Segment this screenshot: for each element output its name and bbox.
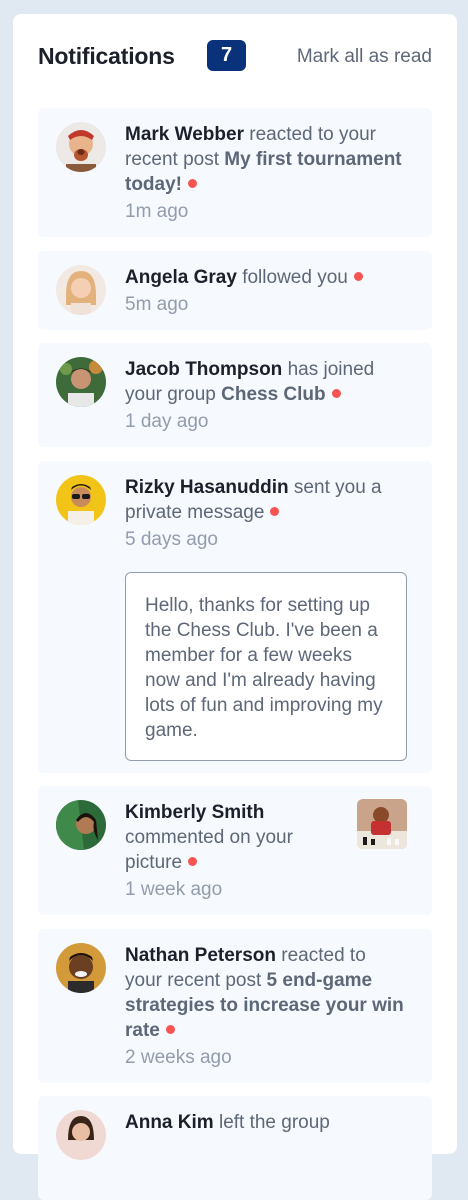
notification-text: Mark Webber reacted to your recent post …	[125, 122, 405, 224]
avatar[interactable]	[56, 800, 106, 850]
user-name-link[interactable]: Mark Webber	[125, 124, 244, 145]
notification-text: Angela Gray followed you 5m ago	[125, 265, 405, 317]
notification-text: Jacob Thompson has joined your group Che…	[125, 357, 405, 434]
timestamp: 2 weeks ago	[125, 1047, 232, 1068]
unread-dot	[165, 1025, 175, 1034]
action-text: followed you	[236, 267, 348, 288]
timestamp: 1 week ago	[125, 879, 223, 900]
mark-all-read-button[interactable]: Mark all as read	[297, 42, 432, 72]
timestamp: 1 day ago	[125, 411, 209, 432]
unread-dot	[270, 507, 280, 516]
avatar[interactable]	[56, 122, 106, 172]
avatar[interactable]	[56, 357, 106, 407]
unread-count-badge: 7	[207, 40, 246, 71]
notification-text: Nathan Peterson reacted to your recent p…	[125, 943, 405, 1070]
notification-item[interactable]: Mark Webber reacted to your recent post …	[38, 108, 432, 237]
action-text: left the group	[213, 1112, 330, 1133]
group-link[interactable]: Chess Club	[221, 384, 326, 405]
unread-dot	[188, 857, 198, 866]
commented-picture-thumbnail[interactable]	[357, 799, 407, 849]
notification-item[interactable]: Angela Gray followed you 5m ago	[38, 251, 432, 330]
notification-text: Kimberly Smith commented on your picture…	[125, 800, 340, 902]
notification-item[interactable]: Nathan Peterson reacted to your recent p…	[38, 929, 432, 1083]
unread-dot	[353, 272, 363, 281]
user-name-link[interactable]: Kimberly Smith	[125, 802, 264, 823]
user-name-link[interactable]: Rizky Hasanuddin	[125, 477, 289, 498]
notifications-panel: Notifications 7 Mark all as read Mark We…	[13, 14, 457, 1200]
page-title: Notifications	[38, 43, 175, 69]
user-name-link[interactable]: Anna Kim	[125, 1112, 214, 1133]
notification-item[interactable]: Kimberly Smith commented on your picture…	[38, 786, 432, 915]
notification-item[interactable]: Jacob Thompson has joined your group Che…	[38, 343, 432, 447]
avatar[interactable]	[56, 943, 106, 993]
user-name-link[interactable]: Nathan Peterson	[125, 945, 276, 966]
timestamp: 1m ago	[125, 201, 189, 222]
notification-text: Rizky Hasanuddin sent you a private mess…	[125, 475, 405, 552]
timestamp: 5m ago	[125, 294, 189, 315]
avatar[interactable]	[56, 1110, 106, 1160]
unread-dot	[188, 179, 197, 188]
avatar[interactable]	[56, 475, 106, 525]
notification-text: Anna Kim left the group	[125, 1110, 405, 1135]
user-name-link[interactable]: Jacob Thompson	[125, 359, 282, 380]
panel-header: Notifications 7 Mark all as read	[38, 40, 432, 74]
notification-item[interactable]: Rizky Hasanuddin sent you a private mess…	[38, 461, 432, 773]
timestamp: 5 days ago	[125, 529, 218, 550]
avatar[interactable]	[56, 265, 106, 315]
unread-dot	[331, 389, 341, 398]
user-name-link[interactable]: Angela Gray	[125, 267, 237, 288]
notification-item[interactable]: Anna Kim left the group	[38, 1096, 432, 1200]
action-text: commented on your picture	[125, 827, 293, 873]
private-message-preview[interactable]: Hello, thanks for setting up the Chess C…	[125, 572, 407, 761]
